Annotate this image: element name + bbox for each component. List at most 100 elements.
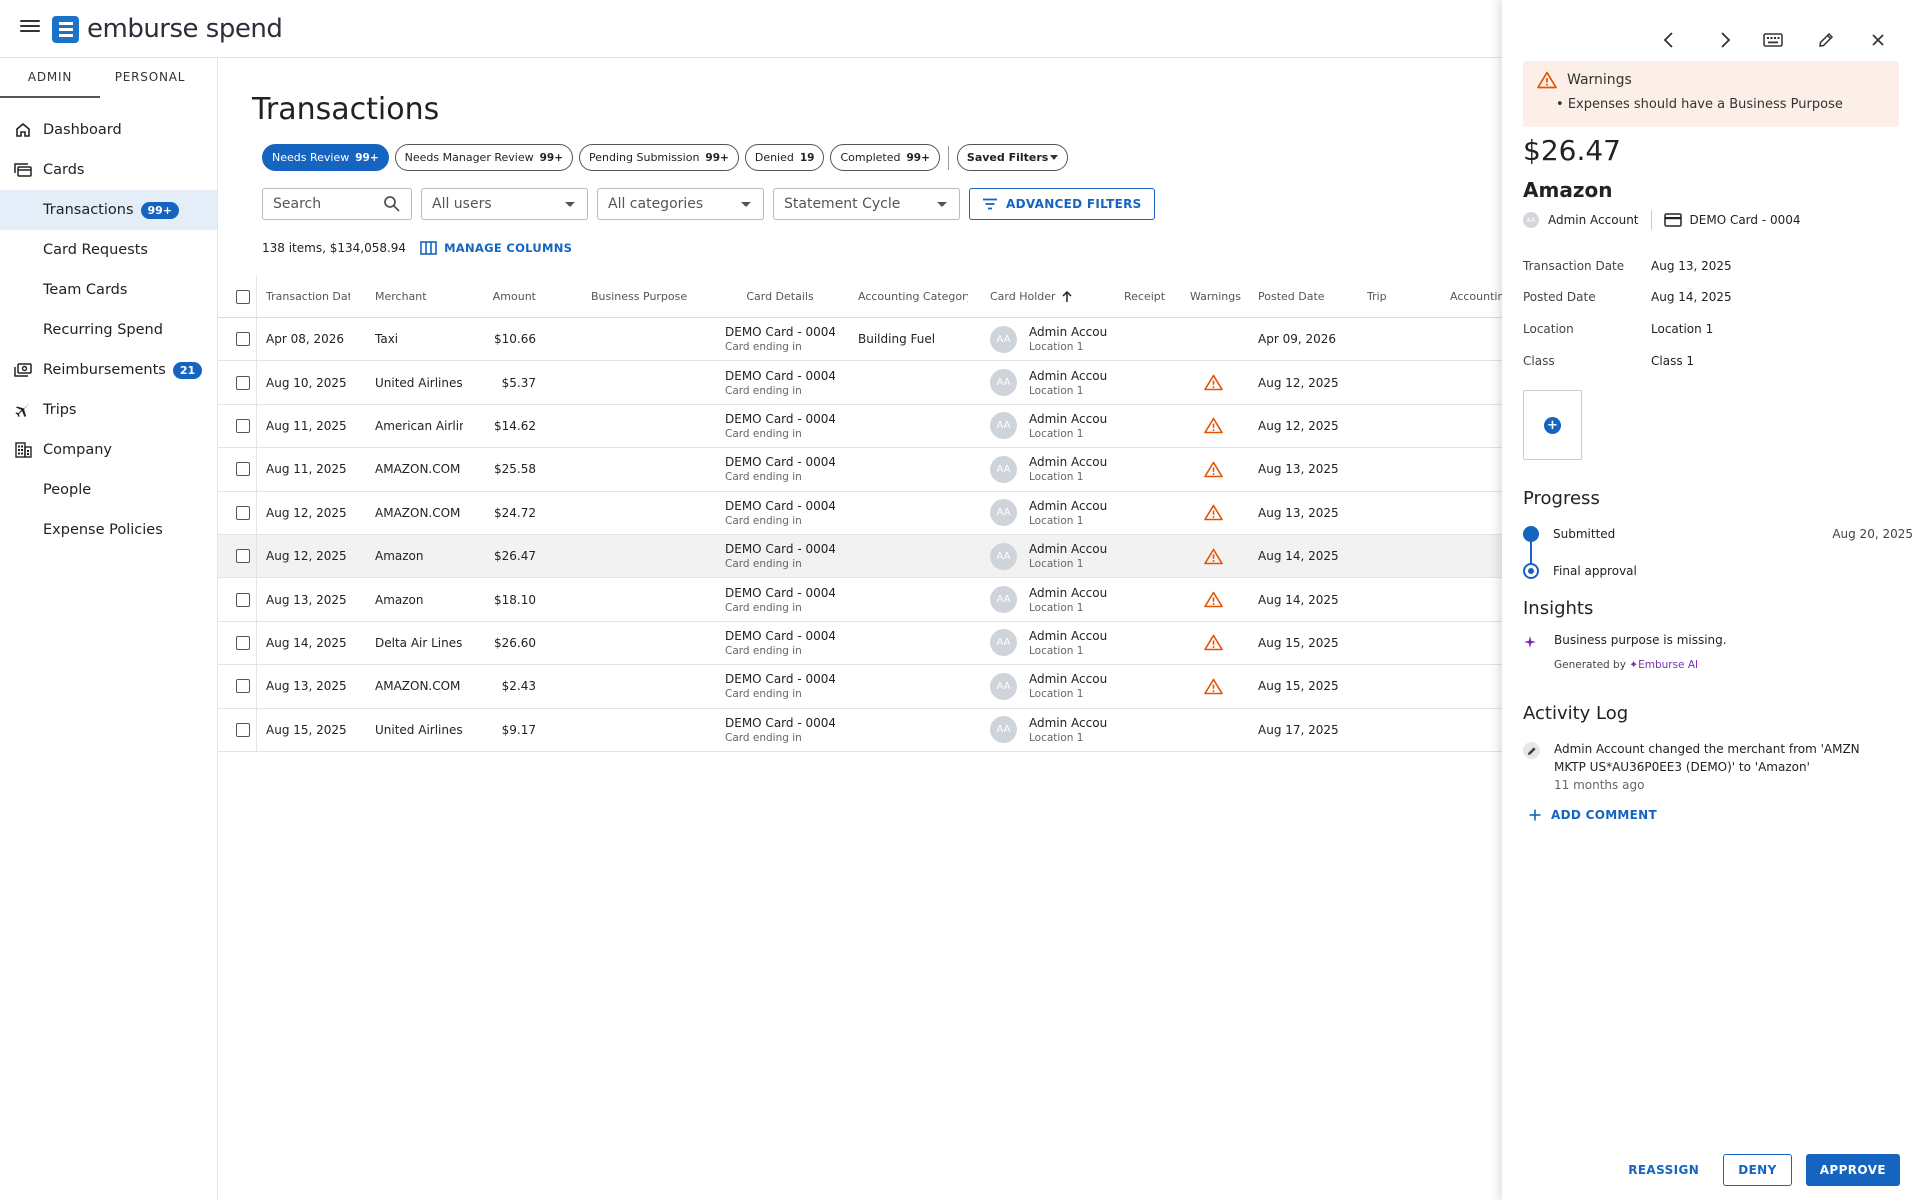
next-icon[interactable]	[1713, 28, 1737, 52]
chip-completed[interactable]: Completed 99+	[830, 144, 940, 171]
tab-personal[interactable]: PERSONAL	[100, 58, 200, 98]
chip-needs-review[interactable]: Needs Review 99+	[262, 144, 389, 171]
close-icon[interactable]	[1866, 28, 1890, 52]
holder-name: Admin Accour	[1029, 542, 1107, 557]
col-merchant[interactable]: Merchant	[375, 276, 463, 317]
menu-icon[interactable]	[20, 17, 40, 37]
sort-ascending-icon[interactable]	[1062, 290, 1072, 303]
chip-needs-manager-review[interactable]: Needs Manager Review 99+	[394, 144, 574, 171]
warning-item-text: Expenses should have a Business Purpose	[1567, 97, 1843, 112]
advanced-filters-button[interactable]: ADVANCED FILTERS	[969, 188, 1155, 220]
manage-columns-button[interactable]: MANAGE COLUMNS	[420, 241, 572, 255]
logo[interactable]: emburse spend	[52, 14, 283, 44]
row-checkbox[interactable]	[236, 592, 250, 607]
col-card-holder[interactable]: Card Holder	[990, 276, 1110, 317]
row-checkbox[interactable]	[236, 375, 250, 390]
holder-text: Admin Accour Location 1	[1029, 455, 1107, 483]
col-card-details[interactable]: Card Details	[725, 276, 835, 317]
row-checkbox[interactable]	[236, 635, 250, 650]
table-row[interactable]: Apr 08, 2026 Taxi $10.66 DEMO Card - 0004 Ca…	[218, 318, 1502, 362]
edit-icon[interactable]	[1814, 28, 1838, 52]
table-row[interactable]: Aug 11, 2025 American Airlines $14.62 DEMO …	[218, 404, 1502, 449]
progress-tracker: Submitted Aug 20, 2025 Final approval	[1523, 524, 1913, 584]
tab-admin[interactable]: ADMIN	[0, 58, 100, 98]
table-row[interactable]: Aug 11, 2025 AMAZON.COM $25.58 DEMO Card - …	[218, 448, 1502, 492]
col-posted-date[interactable]: Posted Date	[1258, 276, 1348, 317]
row-checkbox[interactable]	[236, 332, 250, 347]
reassign-button[interactable]: REASSIGN	[1618, 1154, 1709, 1186]
sidebar-item-company[interactable]: Company	[0, 430, 217, 470]
cell-warnings	[1190, 578, 1250, 620]
cell-business-purpose	[591, 361, 691, 403]
chip-pending-submission[interactable]: Pending Submission 99+	[579, 144, 739, 171]
sidebar-item-label: Trips	[43, 402, 77, 418]
add-comment-button[interactable]: ADD COMMENT	[1529, 808, 1657, 822]
sidebar-item-cards[interactable]: Cards	[0, 150, 217, 190]
sidebar-item-trips[interactable]: Trips	[0, 390, 217, 430]
cell-merchant: AMAZON.COM /	[375, 505, 463, 520]
airplane-icon	[12, 399, 34, 421]
sidebar-item-expense-policies[interactable]: Expense Policies	[0, 510, 217, 550]
table-row[interactable]: Aug 14, 2025 Delta Air Lines $26.60 DEMO Ca…	[218, 621, 1502, 666]
card-name: DEMO Card - 0004	[725, 542, 835, 557]
sidebar-item-people[interactable]: People	[0, 470, 217, 510]
table-row[interactable]: Aug 15, 2025 United Airlines $9.17 DEMO Car…	[218, 708, 1502, 752]
detail-account: Admin Account	[1548, 213, 1639, 227]
chip-denied[interactable]: Denied 19	[744, 144, 825, 171]
col-trip[interactable]: Trip	[1367, 276, 1407, 317]
holder-text: Admin Accour Location 1	[1029, 499, 1107, 527]
table-row[interactable]: Aug 10, 2025 United Airlines $5.37 DEMO Car…	[218, 361, 1502, 405]
search-input[interactable]: Search	[262, 188, 412, 220]
avatar: AA	[990, 672, 1017, 700]
table-row[interactable]: Aug 13, 2025 Amazon $18.10 DEMO Card - 0004…	[218, 578, 1502, 622]
sidebar-item-dashboard[interactable]: Dashboard	[0, 110, 217, 150]
holder-text: Admin Accour Location 1	[1029, 629, 1107, 657]
cell-accounting-category	[858, 492, 968, 534]
cell-transaction-date: Aug 13, 2025	[266, 592, 347, 607]
col-transaction-date[interactable]: Transaction Date	[266, 276, 350, 317]
holder-name: Admin Accour	[1029, 498, 1107, 513]
col-receipt[interactable]: Receipt	[1124, 276, 1174, 317]
cell-card-holder: AA Admin Accour Location 1	[990, 578, 1110, 620]
table-row[interactable]: Aug 12, 2025 Amazon $26.47 DEMO Card - 0004…	[218, 534, 1502, 579]
table-row[interactable]: Aug 12, 2025 AMAZON.COM / $24.72 DEMO Card …	[218, 491, 1502, 535]
saved-filters-button[interactable]: Saved Filters	[956, 144, 1069, 171]
users-select[interactable]: All users	[421, 188, 588, 220]
col-amount[interactable]: Amount	[456, 276, 536, 317]
table-row[interactable]: Aug 13, 2025 AMAZON.COM $2.43 DEMO Card - 0…	[218, 665, 1502, 709]
col-accounting-category[interactable]: Accounting Category	[858, 276, 968, 317]
categories-select[interactable]: All categories	[597, 188, 764, 220]
sidebar-item-transactions[interactable]: Transactions 99+	[0, 190, 217, 230]
sidebar-item-team-cards[interactable]: Team Cards	[0, 270, 217, 310]
field-value[interactable]: Aug 13, 2025	[1651, 259, 1732, 273]
row-checkbox[interactable]	[236, 722, 250, 737]
logo-text: emburse spend	[87, 14, 283, 44]
col-accounting[interactable]: Accountin	[1450, 276, 1510, 317]
cell-posted-date: Aug 15, 2025	[1258, 635, 1339, 650]
cell-transaction-date: Aug 14, 2025	[266, 635, 347, 650]
select-all-checkbox[interactable]	[236, 289, 250, 304]
row-checkbox[interactable]	[236, 505, 250, 520]
previous-icon[interactable]	[1657, 28, 1681, 52]
statement-cycle-select[interactable]: Statement Cycle	[773, 188, 960, 220]
add-receipt-button[interactable]: +	[1523, 390, 1582, 460]
cell-amount: $18.10	[494, 592, 536, 607]
row-checkbox[interactable]	[236, 549, 250, 564]
sidebar-item-recurring-spend[interactable]: Recurring Spend	[0, 310, 217, 350]
row-checkbox[interactable]	[236, 462, 250, 477]
field-value[interactable]: Location 1	[1651, 322, 1713, 336]
field-label: Transaction Date	[1523, 259, 1625, 273]
col-warnings[interactable]: Warnings	[1190, 276, 1250, 317]
sidebar-item-card-requests[interactable]: Card Requests	[0, 230, 217, 270]
keyboard-icon[interactable]	[1761, 28, 1785, 52]
search-icon[interactable]	[383, 195, 401, 213]
field-value[interactable]: Class 1	[1651, 354, 1694, 368]
row-checkbox[interactable]	[236, 679, 250, 694]
deny-button[interactable]: DENY	[1723, 1154, 1792, 1186]
sidebar-item-reimbursements[interactable]: Reimbursements 21	[0, 350, 217, 390]
holder-wrap: AA Admin Accour Location 1	[990, 325, 1107, 353]
col-business-purpose[interactable]: Business Purpose	[591, 276, 691, 317]
status-chips: Needs Review 99+ Needs Manager Review 99…	[262, 144, 1069, 171]
row-checkbox[interactable]	[236, 418, 250, 433]
approve-button[interactable]: APPROVE	[1805, 1154, 1900, 1186]
